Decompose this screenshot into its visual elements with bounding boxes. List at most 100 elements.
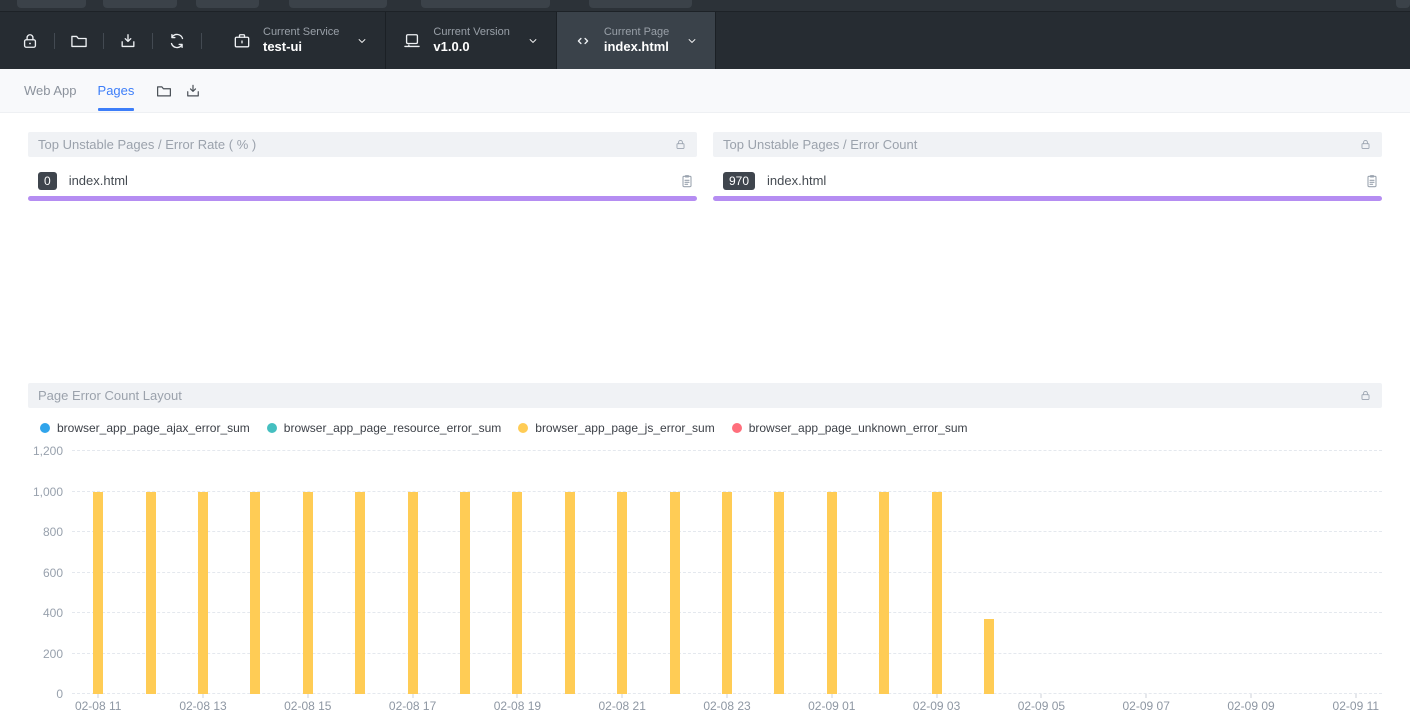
tab-pages[interactable]: Pages <box>98 69 135 113</box>
x-axis-label: 02-09 03 <box>913 699 960 713</box>
briefcase-icon <box>232 31 252 51</box>
gridline <box>72 450 1382 451</box>
tab-web-app[interactable]: Web App <box>24 69 77 113</box>
bar-browser_app_page_js_error_sum <box>670 492 680 695</box>
x-axis-label: 02-08 23 <box>703 699 750 713</box>
progress-bar <box>28 196 697 201</box>
code-icon <box>573 31 593 51</box>
x-axis-tick <box>1146 694 1147 698</box>
x-axis-tick <box>831 694 832 698</box>
bar-browser_app_page_js_error_sum <box>250 492 260 695</box>
clipboard-icon[interactable] <box>679 173 695 189</box>
legend-label: browser_app_page_resource_error_sum <box>284 421 501 435</box>
x-axis-tick <box>1251 694 1252 698</box>
cutoff-button[interactable] <box>103 0 177 8</box>
lock-icon[interactable] <box>1359 389 1372 402</box>
cutoff-button[interactable] <box>196 0 259 8</box>
bar-browser_app_page_js_error_sum <box>460 492 470 695</box>
legend-dot <box>732 423 742 433</box>
current-service-selector[interactable]: Current Service test-ui <box>216 12 385 69</box>
x-axis-label: 02-08 19 <box>494 699 541 713</box>
legend-item[interactable]: browser_app_page_resource_error_sum <box>267 421 501 435</box>
bar-browser_app_page_js_error_sum <box>355 492 365 695</box>
folder-icon[interactable] <box>155 82 173 100</box>
panel-title: Top Unstable Pages / Error Count <box>723 137 917 152</box>
legend-dot <box>267 423 277 433</box>
folder-icon[interactable] <box>69 31 89 51</box>
y-axis-label: 1,200 <box>33 444 63 458</box>
bar-browser_app_page_js_error_sum <box>827 492 837 695</box>
bar-browser_app_page_js_error_sum <box>146 492 156 695</box>
selector-label: Current Version <box>433 25 509 39</box>
chart-plot: 02004006008001,0001,20002-08 1102-08 130… <box>72 451 1382 694</box>
chevron-down-icon <box>355 34 369 48</box>
chevron-down-icon <box>526 34 540 48</box>
cutoff-button[interactable] <box>17 0 86 8</box>
current-version-selector[interactable]: Current Version v1.0.0 <box>386 12 555 69</box>
cutoff-button[interactable] <box>289 0 387 8</box>
value-badge: 970 <box>723 172 755 190</box>
legend-label: browser_app_page_ajax_error_sum <box>57 421 250 435</box>
bar-browser_app_page_js_error_sum <box>984 619 994 694</box>
legend-item[interactable]: browser_app_page_js_error_sum <box>518 421 714 435</box>
x-axis-tick <box>1041 694 1042 698</box>
panel-error-count: Top Unstable Pages / Error Count 970 ind… <box>713 132 1382 201</box>
x-axis-label: 02-08 21 <box>599 699 646 713</box>
bar-browser_app_page_js_error_sum <box>879 492 889 695</box>
bar-browser_app_page_js_error_sum <box>617 492 627 695</box>
list-item: 0 index.html <box>28 171 697 190</box>
cutoff-button[interactable] <box>589 0 692 8</box>
y-axis-label: 400 <box>43 606 63 620</box>
cutoff-button[interactable] <box>421 0 550 8</box>
selector-value: index.html <box>604 39 669 56</box>
x-axis-label: 02-09 11 <box>1333 699 1379 713</box>
legend-item[interactable]: browser_app_page_unknown_error_sum <box>732 421 968 435</box>
legend-dot <box>518 423 528 433</box>
page-name: index.html <box>69 173 128 188</box>
x-axis-label: 02-08 11 <box>75 699 121 713</box>
bar-browser_app_page_js_error_sum <box>722 492 732 695</box>
toolbar: Current Service test-ui Current Version … <box>0 12 1410 69</box>
panel-header: Page Error Count Layout <box>28 383 1382 408</box>
x-axis-tick <box>412 694 413 698</box>
clipboard-icon[interactable] <box>1364 173 1380 189</box>
legend-label: browser_app_page_js_error_sum <box>535 421 714 435</box>
value-badge: 0 <box>38 172 57 190</box>
selector-value: v1.0.0 <box>433 39 509 56</box>
panel-page-error-count-layout: Page Error Count Layout browser_app_page… <box>28 383 1382 713</box>
divider <box>103 33 104 49</box>
tab-bar: Web App Pages <box>0 69 1410 113</box>
refresh-icon[interactable] <box>167 31 187 51</box>
y-axis-label: 800 <box>43 525 63 539</box>
lock-icon[interactable] <box>20 31 40 51</box>
x-axis-tick <box>1355 694 1356 698</box>
panel-header: Top Unstable Pages / Error Rate ( % ) <box>28 132 697 157</box>
divider <box>54 33 55 49</box>
x-axis-label: 02-08 15 <box>284 699 331 713</box>
import-icon[interactable] <box>118 31 138 51</box>
y-axis-label: 200 <box>43 647 63 661</box>
chart-legend: browser_app_page_ajax_error_sum browser_a… <box>28 421 1382 435</box>
laptop-icon <box>402 31 422 51</box>
progress-bar <box>713 196 1382 201</box>
download-icon[interactable] <box>184 82 202 100</box>
bar-browser_app_page_js_error_sum <box>303 492 313 695</box>
cutoff-button[interactable] <box>1396 0 1410 8</box>
x-axis-label: 02-08 13 <box>179 699 226 713</box>
bar-chart: 02004006008001,0001,20002-08 1102-08 130… <box>28 441 1382 713</box>
current-page-selector[interactable]: Current Page index.html <box>557 12 715 69</box>
lock-icon[interactable] <box>674 138 687 151</box>
panel-title: Page Error Count Layout <box>38 388 182 403</box>
legend-item[interactable]: browser_app_page_ajax_error_sum <box>40 421 250 435</box>
panel-title: Top Unstable Pages / Error Rate ( % ) <box>38 137 256 152</box>
selector-label: Current Page <box>604 25 669 39</box>
x-axis-tick <box>622 694 623 698</box>
y-axis-label: 600 <box>43 566 63 580</box>
selector-value: test-ui <box>263 39 339 56</box>
divider <box>715 12 716 69</box>
lock-icon[interactable] <box>1359 138 1372 151</box>
panel-error-rate: Top Unstable Pages / Error Rate ( % ) 0 … <box>28 132 697 201</box>
divider <box>152 33 153 49</box>
x-axis-tick <box>203 694 204 698</box>
main-content: Top Unstable Pages / Error Rate ( % ) 0 … <box>0 132 1410 713</box>
